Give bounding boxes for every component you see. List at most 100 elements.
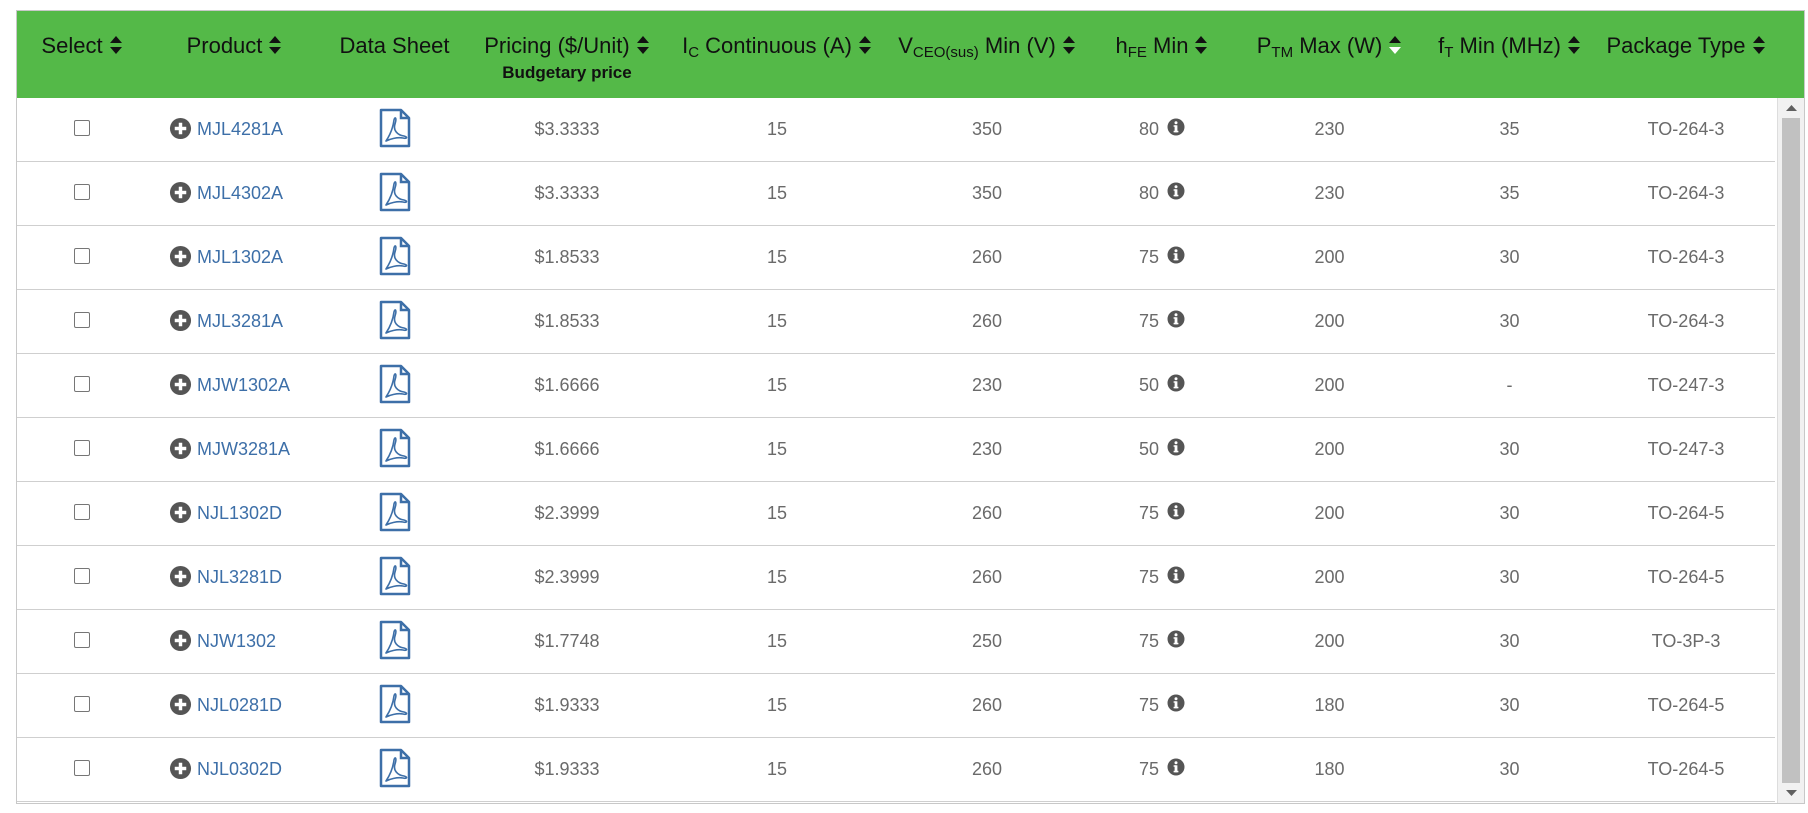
column-header-select[interactable]: Select xyxy=(17,11,147,98)
sort-icon[interactable] xyxy=(268,34,282,56)
product-link[interactable]: NJW1302 xyxy=(197,631,276,651)
pdf-icon[interactable] xyxy=(378,364,412,404)
package-cell: TO-247-3 xyxy=(1647,375,1725,395)
column-header-vceo[interactable]: VCEO(sus) Min (V) xyxy=(887,11,1087,98)
info-icon[interactable] xyxy=(1167,694,1185,712)
ft-cell: 35 xyxy=(1499,183,1520,203)
datasheet-cell xyxy=(322,226,467,289)
product-link[interactable]: NJL1302D xyxy=(197,503,282,523)
price-cell: $1.8533 xyxy=(534,247,600,267)
column-header-ft[interactable]: fT Min (MHz) xyxy=(1422,11,1597,98)
sort-icon[interactable] xyxy=(858,34,872,56)
pdf-icon[interactable] xyxy=(378,428,412,468)
info-icon[interactable] xyxy=(1167,182,1185,200)
row-select-checkbox[interactable] xyxy=(74,504,90,521)
hfe-cell: 75 xyxy=(1087,290,1237,353)
pdf-icon[interactable] xyxy=(378,300,412,340)
plus-circle-icon[interactable] xyxy=(169,757,192,780)
row-select-checkbox[interactable] xyxy=(74,376,90,393)
row-select-checkbox[interactable] xyxy=(74,312,90,329)
plus-circle-icon[interactable] xyxy=(169,693,192,716)
sort-icon[interactable] xyxy=(1194,34,1208,56)
sort-icon[interactable] xyxy=(636,34,650,56)
info-icon[interactable] xyxy=(1167,438,1185,456)
package-cell: TO-264-3 xyxy=(1647,119,1725,139)
column-header-ic[interactable]: IC Continuous (A) xyxy=(667,11,887,98)
product-link[interactable]: MJW1302A xyxy=(197,375,290,395)
product-link[interactable]: MJW3281A xyxy=(197,439,290,459)
ic-cell: 15 xyxy=(766,439,788,459)
column-header-label: Product xyxy=(186,33,263,58)
column-header-hfe[interactable]: hFE Min xyxy=(1087,11,1237,98)
sort-icon[interactable] xyxy=(1752,34,1766,56)
plus-circle-icon[interactable] xyxy=(169,117,192,140)
price-cell: $1.7748 xyxy=(534,631,600,651)
plus-circle-icon[interactable] xyxy=(169,501,192,524)
product-link[interactable]: NJL0281D xyxy=(197,695,282,715)
pdf-icon[interactable] xyxy=(378,108,412,148)
row-select-checkbox[interactable] xyxy=(74,440,90,457)
product-cell: NJL1302D xyxy=(147,482,322,545)
row-select-checkbox[interactable] xyxy=(74,184,90,201)
product-link[interactable]: MJL3281A xyxy=(197,311,283,331)
pdf-icon[interactable] xyxy=(378,172,412,212)
column-header-price[interactable]: Pricing ($/Unit) Budgetary price xyxy=(467,11,667,98)
plus-circle-icon[interactable] xyxy=(169,437,192,460)
pdf-icon[interactable] xyxy=(378,556,412,596)
product-link[interactable]: MJL4281A xyxy=(197,119,283,139)
ic-cell: 15 xyxy=(766,631,788,651)
datasheet-cell xyxy=(322,546,467,609)
info-icon[interactable] xyxy=(1167,566,1185,584)
row-select-checkbox[interactable] xyxy=(74,632,90,649)
row-select-checkbox[interactable] xyxy=(74,120,90,137)
info-icon[interactable] xyxy=(1167,502,1185,520)
scroll-down-arrow-icon[interactable] xyxy=(1778,783,1804,803)
pdf-icon[interactable] xyxy=(378,620,412,660)
hfe-value: 50 xyxy=(1138,375,1160,395)
plus-circle-icon[interactable] xyxy=(169,309,192,332)
ptm-cell: 200 xyxy=(1314,567,1345,587)
column-header-ptm[interactable]: PTM Max (W) xyxy=(1237,11,1422,98)
info-icon[interactable] xyxy=(1167,630,1185,648)
info-icon[interactable] xyxy=(1167,246,1185,264)
info-icon[interactable] xyxy=(1167,118,1185,136)
row-select-checkbox[interactable] xyxy=(74,760,90,777)
column-header-package[interactable]: Package Type xyxy=(1597,11,1775,98)
plus-circle-icon[interactable] xyxy=(169,373,192,396)
product-link[interactable]: MJL1302A xyxy=(197,247,283,267)
ic-cell: 15 xyxy=(766,695,788,715)
info-icon[interactable] xyxy=(1167,310,1185,328)
product-link[interactable]: MJL4302A xyxy=(197,183,283,203)
sort-icon[interactable] xyxy=(1567,34,1581,56)
scrollbar-thumb[interactable] xyxy=(1782,118,1800,783)
hfe-value: 75 xyxy=(1138,695,1160,715)
table-row: MJL1302A $1.8533 15 260 75 200 30 TO-264-3 xyxy=(17,226,1775,290)
plus-circle-icon[interactable] xyxy=(169,565,192,588)
plus-circle-icon[interactable] xyxy=(169,245,192,268)
sort-icon[interactable] xyxy=(109,34,123,56)
plus-circle-icon[interactable] xyxy=(169,629,192,652)
scroll-up-arrow-icon[interactable] xyxy=(1778,98,1804,118)
plus-circle-icon[interactable] xyxy=(169,181,192,204)
ic-cell: 15 xyxy=(766,311,788,331)
sort-icon[interactable] xyxy=(1388,34,1402,56)
pdf-icon[interactable] xyxy=(378,492,412,532)
info-icon[interactable] xyxy=(1167,758,1185,776)
ft-cell: 30 xyxy=(1499,567,1520,587)
product-table: Select Product Data Sheet Pricing ($/Unit) B… xyxy=(16,10,1805,804)
row-select-checkbox[interactable] xyxy=(74,568,90,585)
product-link[interactable]: NJL0302D xyxy=(197,759,282,779)
vertical-scrollbar[interactable] xyxy=(1777,98,1804,803)
column-header-label: VCEO(sus) Min (V) xyxy=(898,33,1056,61)
row-select-checkbox[interactable] xyxy=(74,248,90,265)
product-link[interactable]: NJL3281D xyxy=(197,567,282,587)
pdf-icon[interactable] xyxy=(378,236,412,276)
table-body: NJL0302D $1.9333 15 260 75 180 30 TO-264-5 NJL02… xyxy=(17,98,1804,803)
info-icon[interactable] xyxy=(1167,374,1185,392)
row-select-checkbox[interactable] xyxy=(74,696,90,713)
sort-icon[interactable] xyxy=(1062,34,1076,56)
pdf-icon[interactable] xyxy=(378,684,412,724)
product-cell: MJL1302A xyxy=(147,226,322,289)
pdf-icon[interactable] xyxy=(378,748,412,788)
column-header-product[interactable]: Product xyxy=(147,11,322,98)
